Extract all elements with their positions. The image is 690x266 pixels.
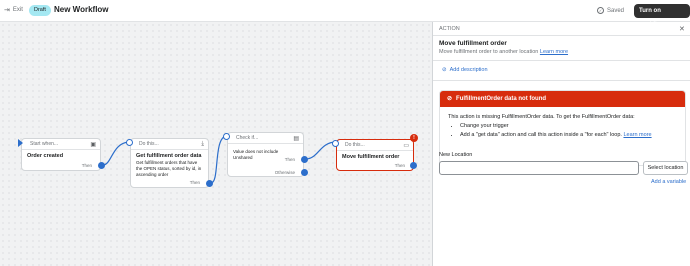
then-connector[interactable]	[410, 162, 417, 169]
close-icon[interactable]: ✕	[679, 25, 685, 33]
workflow-title[interactable]: New Workflow	[54, 5, 109, 14]
input-connector[interactable]	[332, 140, 339, 147]
node-header: Check if...	[228, 133, 303, 144]
turn-on-workflow-button[interactable]: Turn on workflow	[634, 4, 690, 28]
add-description-button[interactable]: ⊘ Add description	[442, 67, 488, 73]
divider	[433, 60, 690, 61]
error-banner-body: This action is missing FulfillmentOrder …	[440, 107, 685, 146]
error-title: FulfillmentOrder data not found	[456, 96, 547, 102]
otherwise-label: Otherwise	[274, 170, 295, 175]
node-header: Do this...	[337, 140, 413, 151]
error-bullet: Change your trigger	[460, 122, 677, 131]
node-title: Order created	[27, 153, 64, 159]
input-connector[interactable]	[223, 133, 230, 140]
then-connector[interactable]	[301, 156, 308, 163]
panel-section-label: ACTION	[439, 26, 460, 32]
error-banner: ⊘ FulfillmentOrder data not found This a…	[439, 90, 686, 166]
add-description-label: Add description	[449, 67, 488, 73]
node-title: Move fulfillment order	[342, 154, 400, 160]
status-badge: Draft	[29, 5, 51, 16]
then-label: Then	[284, 157, 295, 162]
error-message: This action is missing FulfillmentOrder …	[448, 114, 635, 120]
error-banner-header: ⊘ FulfillmentOrder data not found	[440, 91, 685, 107]
then-connector[interactable]	[98, 162, 105, 169]
exit-label: Exit	[12, 7, 23, 13]
then-connector[interactable]	[206, 180, 213, 187]
trigger-flag-icon	[18, 139, 23, 147]
condition-node-check[interactable]: Check if... ▤ Value does not include Uns…	[227, 132, 304, 177]
trigger-icon: ▣	[90, 142, 96, 148]
error-bullet: Add a "get data" action and call this ac…	[460, 131, 677, 140]
otherwise-connector[interactable]	[301, 169, 308, 176]
divider	[433, 80, 690, 81]
top-bar: ⇥ Exit Draft New Workflow ✓ Saved Turn o…	[0, 0, 690, 28]
download-icon: ⤓	[201, 141, 204, 147]
clipboard-icon: ▤	[293, 136, 299, 142]
node-header: Start when...	[22, 139, 100, 150]
node-description: Get fulfillment orders that have the OPE…	[136, 160, 202, 177]
action-node-get-fulfillment[interactable]: Do this... ⤓ Get fulfillment order data …	[130, 138, 209, 188]
exit-icon: ⇥	[4, 7, 10, 14]
divider	[433, 35, 690, 36]
new-location-label: New Location	[439, 152, 473, 158]
node-header: Do this...	[131, 139, 208, 150]
panel-subtitle: Move fulfillment order to another locati…	[439, 49, 568, 55]
then-label: Then	[394, 163, 405, 168]
then-label: Then	[81, 163, 92, 168]
trigger-node-order-created[interactable]: Start when... ▣ Order created Then	[21, 138, 101, 171]
add-variable-link[interactable]: Add a variable	[651, 179, 686, 185]
workflow-canvas[interactable]: Start when... ▣ Order created Then Do th…	[0, 22, 432, 266]
action-panel: ACTION ✕ Move fulfillment order Move ful…	[432, 22, 690, 266]
new-location-input[interactable]	[439, 161, 639, 175]
action-node-move-fulfillment[interactable]: Do this... ▭ Move fulfillment order Then	[336, 139, 414, 171]
learn-more-link[interactable]: Learn more	[623, 132, 651, 138]
learn-more-link[interactable]: Learn more	[540, 49, 568, 55]
subtitle-text: Move fulfillment order to another locati…	[439, 49, 539, 55]
select-location-button[interactable]: Select location	[643, 161, 688, 175]
saved-label: Saved	[607, 7, 625, 14]
alert-icon: ⊘	[447, 96, 453, 102]
node-title: Get fulfillment order data	[136, 153, 202, 159]
then-label: Then	[189, 180, 200, 185]
exit-button[interactable]: ⇥ Exit	[4, 6, 23, 14]
panel-title: Move fulfillment order	[439, 40, 507, 47]
saved-indicator: ✓ Saved	[597, 7, 624, 14]
move-icon: ▭	[403, 143, 409, 149]
input-connector[interactable]	[126, 139, 133, 146]
error-alert-icon: !	[410, 134, 418, 142]
link-icon: ⊘	[442, 67, 447, 73]
check-circle-icon: ✓	[597, 7, 604, 14]
